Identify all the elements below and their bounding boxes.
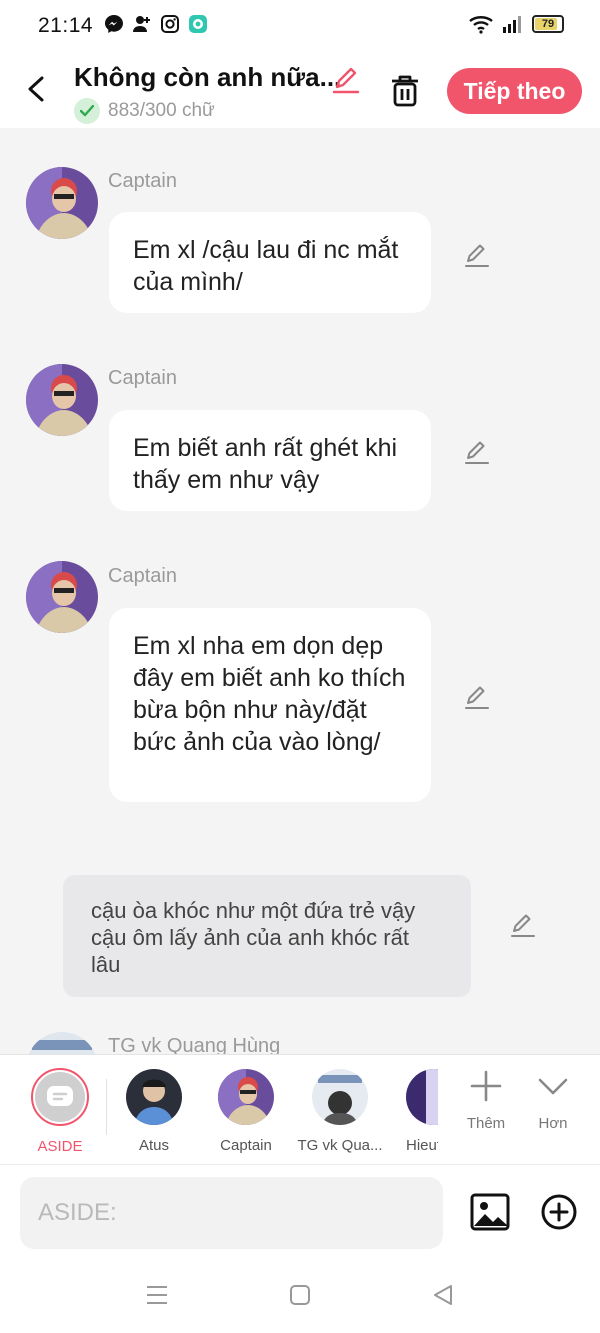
message-bubble[interactable]: Em xl /cậu lau đi nc mắt của mình/ [109, 212, 431, 313]
avatar-tg-vk [312, 1069, 368, 1125]
plus-icon [470, 1070, 502, 1102]
character-label: TG vk Qua... [297, 1137, 383, 1154]
divider [106, 1079, 107, 1135]
avatar-captain [218, 1069, 274, 1125]
status-bar: 21:14 79 [0, 0, 600, 54]
top-app-bar: Không còn anh nữa... 883/300 chữ Tiếp th… [0, 54, 600, 128]
avatar-tg-vk[interactable] [26, 1032, 98, 1054]
aside-message-bubble[interactable]: cậu òa khóc như một đứa trẻ vậy cậu ôm l… [63, 875, 471, 997]
menu-icon[interactable] [146, 1284, 168, 1306]
check-icon [74, 98, 100, 124]
expand-label: Hơn [538, 1115, 568, 1132]
speaker-name: TG vk Quang Hùng [108, 1035, 281, 1054]
battery-level: 79 [541, 18, 555, 30]
message-bubble[interactable]: Em xl nha em dọn dẹp đây em biết anh ko … [109, 608, 431, 802]
battery-icon: 79 [532, 15, 564, 33]
trash-icon[interactable] [388, 72, 422, 108]
character-atus[interactable]: Atus [109, 1055, 199, 1154]
speaker-name: Captain [108, 565, 177, 587]
avatar-atus [126, 1069, 182, 1125]
avatar-captain[interactable] [26, 167, 98, 239]
edit-message-icon[interactable] [463, 683, 491, 711]
character-captain[interactable]: Captain [201, 1055, 291, 1154]
message-input[interactable] [20, 1177, 443, 1249]
character-tg-vk[interactable]: TG vk Qua... [295, 1055, 385, 1154]
aside-avatar [31, 1068, 89, 1126]
wifi-icon [469, 16, 493, 34]
instagram-icon [161, 15, 179, 33]
edit-aside-icon[interactable] [509, 911, 537, 939]
add-character-button[interactable]: Thêm [456, 1069, 516, 1132]
system-navigation-bar [0, 1260, 600, 1333]
character-label: Hieut [406, 1137, 438, 1154]
messenger-icon [105, 15, 123, 33]
home-square-icon[interactable] [289, 1284, 311, 1306]
chevron-down-icon [538, 1078, 568, 1095]
aside-chat-icon [47, 1086, 73, 1106]
word-count: 883/300 chữ [74, 98, 215, 124]
avatar-hieut [406, 1069, 438, 1125]
edit-title-icon[interactable] [330, 64, 362, 96]
character-selector-bar: ASIDE Atus Captain TG vk Qua... Hieut Th… [0, 1054, 600, 1164]
avatar-captain[interactable] [26, 561, 98, 633]
story-title: Không còn anh nữa... [74, 62, 342, 92]
message-bubble[interactable]: Em biết anh rất ghét khi thấy em như vậy [109, 410, 431, 511]
chat-area[interactable]: Captain Em xl /cậu lau đi nc mắt của mìn… [0, 128, 600, 1054]
composer-bar [0, 1164, 600, 1260]
expand-characters-button[interactable]: Hơn [523, 1069, 583, 1132]
edit-message-icon[interactable] [463, 241, 491, 269]
word-count-text: 883/300 chữ [108, 100, 215, 121]
character-label: Atus [138, 1137, 169, 1154]
add-contact-icon [133, 16, 150, 32]
image-icon[interactable] [470, 1193, 510, 1231]
status-notification-icons [104, 14, 208, 34]
character-aside[interactable]: ASIDE [15, 1055, 105, 1155]
next-button[interactable]: Tiếp theo [447, 68, 582, 114]
signal-icon [503, 16, 521, 33]
character-label: ASIDE [37, 1138, 83, 1155]
avatar-captain[interactable] [26, 364, 98, 436]
add-circle-icon[interactable] [540, 1193, 578, 1231]
app-notification-icon [189, 15, 207, 33]
speaker-name: Captain [108, 170, 177, 192]
speaker-name: Captain [108, 367, 177, 389]
add-character-label: Thêm [466, 1115, 506, 1132]
back-triangle-icon[interactable] [432, 1284, 454, 1306]
status-system-icons: 79 [468, 14, 564, 34]
edit-message-icon[interactable] [463, 438, 491, 466]
character-hieut[interactable]: Hieut [388, 1055, 438, 1154]
status-time: 21:14 [38, 14, 94, 37]
character-label: Captain [220, 1137, 272, 1154]
back-arrow-icon[interactable] [22, 72, 52, 106]
